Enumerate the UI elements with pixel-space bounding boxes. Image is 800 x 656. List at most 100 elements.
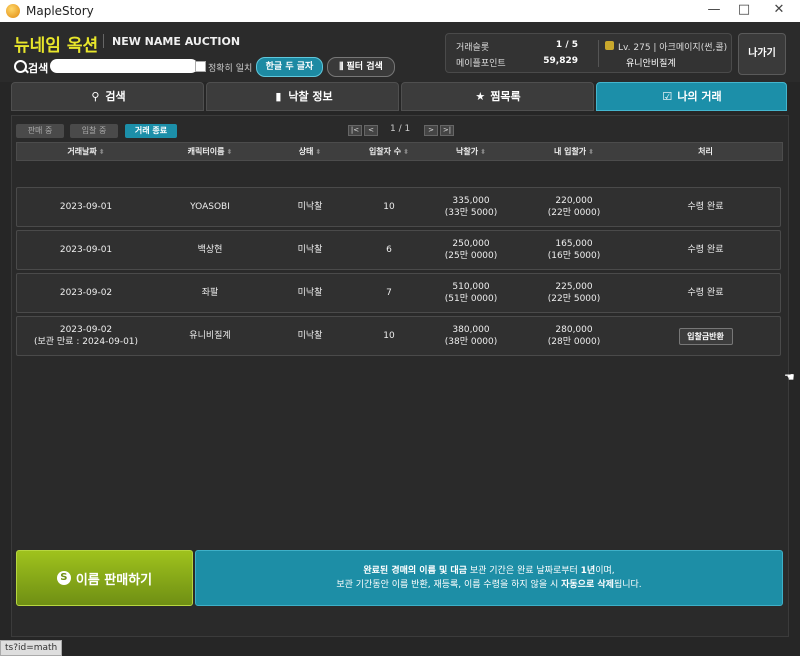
subtab-selling[interactable]: 판매 중 <box>16 124 64 138</box>
action-cell: 입찰금반환 <box>629 317 782 355</box>
date-cell: 2023-09-02 (보관 만료 : 2024-09-01) <box>17 317 155 355</box>
col-status[interactable]: 상태 ⬍ <box>265 143 355 161</box>
status-url-bar: ts?id=math <box>0 640 63 656</box>
character-class-icon <box>605 41 614 50</box>
exact-match-label: 정확히 일치 <box>208 64 253 74</box>
status-cell: 미낙찰 <box>297 245 323 255</box>
refund-bid-button[interactable]: 입찰금반환 <box>678 327 733 345</box>
hand-cursor-icon: ☚ <box>784 370 795 384</box>
maximize-button[interactable]: □ <box>727 0 761 22</box>
date-cell: 2023-09-01 <box>17 231 155 269</box>
status-cell: 미낙찰 <box>297 288 323 298</box>
character-level: Lv. 275 | 아크메이지(썬,콜) <box>618 43 728 53</box>
last-page-button[interactable]: >| <box>440 125 454 136</box>
tab-label: 찜목록 <box>490 90 521 103</box>
price-sub-text: (22만 0000) <box>547 208 601 218</box>
storage-expiry-text: (보관 만료 : 2024-09-01) <box>33 337 139 347</box>
info-divider <box>598 40 599 67</box>
tab-label: 검색 <box>105 90 126 103</box>
exact-match-checkbox[interactable] <box>195 61 206 72</box>
search-label: 검색 <box>28 62 49 75</box>
first-page-button[interactable]: |< <box>348 125 362 136</box>
price-sub-text: (16만 5000) <box>547 251 601 261</box>
sell-name-button[interactable]: S 이름 판매하기 <box>16 550 193 606</box>
price-text: 225,000 <box>555 282 593 292</box>
col-bidders[interactable]: 입찰자 수 ⬍ <box>355 143 423 161</box>
col-date[interactable]: 거래날짜 ⬍ <box>17 143 155 161</box>
my-bid-cell: 280,000 (28만 0000) <box>519 317 629 355</box>
subtab-completed[interactable]: 거래 종료 <box>125 124 177 138</box>
col-name[interactable]: 캐릭터이름 ⬍ <box>155 143 265 161</box>
notice-line-1: 완료된 경매의 이름 및 대금 보관 기간은 완료 날짜로부터 1년이며, <box>196 564 782 578</box>
price-sub-text: (33만 5000) <box>444 208 498 218</box>
bar-chart-icon: ▮ <box>275 90 282 103</box>
filter-search-label: 필터 검색 <box>346 62 383 72</box>
bidders-cell: 6 <box>386 245 392 255</box>
coin-icon: S <box>56 571 71 585</box>
col-label: 내 입찰가 <box>553 147 587 156</box>
korean-two-chars-button[interactable]: 한글 두 글자 <box>256 57 323 77</box>
tab-wishlist[interactable]: ★ 찜목록 <box>401 82 594 111</box>
notice-bold: 1년 <box>580 566 596 576</box>
col-action: 처리 <box>629 143 782 160</box>
maple-points-label: 메이플포인트 <box>456 59 506 69</box>
next-page-button[interactable]: > <box>424 125 438 136</box>
notice-line-2: 보관 기간동안 이름 반환, 재등록, 이름 수령을 하지 않을 시 자동으로 … <box>196 578 782 592</box>
name-cell: YOASOBI <box>190 202 230 212</box>
minimize-button[interactable]: — <box>697 0 731 22</box>
search-input[interactable] <box>50 59 198 73</box>
price-sub-text: (22만 5000) <box>547 294 601 304</box>
date-text: 2023-09-01 <box>59 202 113 212</box>
subtab-bidding[interactable]: 입찰 중 <box>70 124 118 138</box>
price-text: 220,000 <box>555 196 593 206</box>
auction-app: 뉴네임 옥션 NEW NAME AUCTION 검색 정확히 일치 한글 두 글… <box>0 22 800 656</box>
col-label: 캐릭터이름 <box>187 147 225 156</box>
checkbox-icon: ☑ <box>662 90 673 103</box>
tab-search[interactable]: ⚲ 검색 <box>11 82 204 111</box>
window-titlebar: MapleStory — □ ✕ <box>0 0 800 22</box>
pagination: |< < 1 / 1 > >| <box>348 124 458 138</box>
sell-name-label: 이름 판매하기 <box>75 572 153 588</box>
prev-page-button[interactable]: < <box>364 125 378 136</box>
action-cell: 수령 완료 <box>687 245 724 255</box>
table-header: 거래날짜 ⬍ 캐릭터이름 ⬍ 상태 ⬍ 입찰자 수 ⬍ 낙찰가 ⬍ 내 입찰가 ⬍ 처리 <box>16 142 783 161</box>
sort-icon: ⬍ <box>315 148 322 156</box>
my-bid-cell: 225,000 (22만 5000) <box>519 274 629 312</box>
name-cell: 백상현 <box>197 245 223 255</box>
maplestory-logo-icon <box>6 4 20 18</box>
date-cell: 2023-09-02 <box>17 274 155 312</box>
price-text: 380,000 <box>452 325 490 335</box>
search-icon: ⚲ <box>91 90 100 103</box>
maple-points-value: 59,829 <box>543 56 578 66</box>
status-cell: 미낙찰 <box>297 331 323 341</box>
date-text: 2023-09-02 <box>59 288 113 298</box>
search-icon <box>14 60 27 73</box>
col-label: 거래날짜 <box>67 147 97 156</box>
character-name: 유니안비질계 <box>626 59 676 69</box>
account-info-box: 거래슬롯 1 / 5 메이플포인트 59,829 Lv. 275 | 아크메이지… <box>445 33 732 73</box>
date-text: 2023-09-01 <box>59 245 113 255</box>
tab-bid-info[interactable]: ▮ 낙찰 정보 <box>206 82 399 111</box>
filter-search-button[interactable]: ⫼ 필터 검색 <box>327 57 395 77</box>
tab-my-trades[interactable]: ☑ 나의 거래 <box>596 82 787 111</box>
bidders-cell: 7 <box>386 288 392 298</box>
table-row: 2023-09-02 좌팔 미낙찰 7 510,000 (51만 0000) 22… <box>16 273 781 313</box>
notice-text: 보관 기간동안 이름 반환, 재등록, 이름 수령을 하지 않을 시 <box>336 580 562 590</box>
tab-label: 나의 거래 <box>677 90 722 103</box>
slot-label: 거래슬롯 <box>456 43 490 53</box>
close-button[interactable]: ✕ <box>762 0 796 22</box>
price-sub-text: (25만 0000) <box>444 251 498 261</box>
col-win-price[interactable]: 낙찰가 ⬍ <box>423 143 519 161</box>
table-row: 2023-09-02 (보관 만료 : 2024-09-01) 유니비질계 미낙찰… <box>16 316 781 356</box>
bidders-cell: 10 <box>383 202 395 212</box>
table-row: 2023-09-01 백상현 미낙찰 6 250,000 (25만 0000) 1… <box>16 230 781 270</box>
col-my-bid[interactable]: 내 입찰가 ⬍ <box>519 143 629 161</box>
action-cell: 수령 완료 <box>687 288 724 298</box>
name-cell: 좌팔 <box>201 288 219 298</box>
star-icon: ★ <box>475 90 486 103</box>
exit-button[interactable]: 나가기 <box>738 33 786 75</box>
notice-bold: 자동으로 삭제 <box>561 580 614 590</box>
main-tabs: ⚲ 검색 ▮ 낙찰 정보 ★ 찜목록 ☑ 나의 거래 <box>11 82 787 111</box>
header: 뉴네임 옥션 NEW NAME AUCTION 검색 정확히 일치 한글 두 글… <box>0 22 800 82</box>
action-cell: 수령 완료 <box>687 202 724 212</box>
